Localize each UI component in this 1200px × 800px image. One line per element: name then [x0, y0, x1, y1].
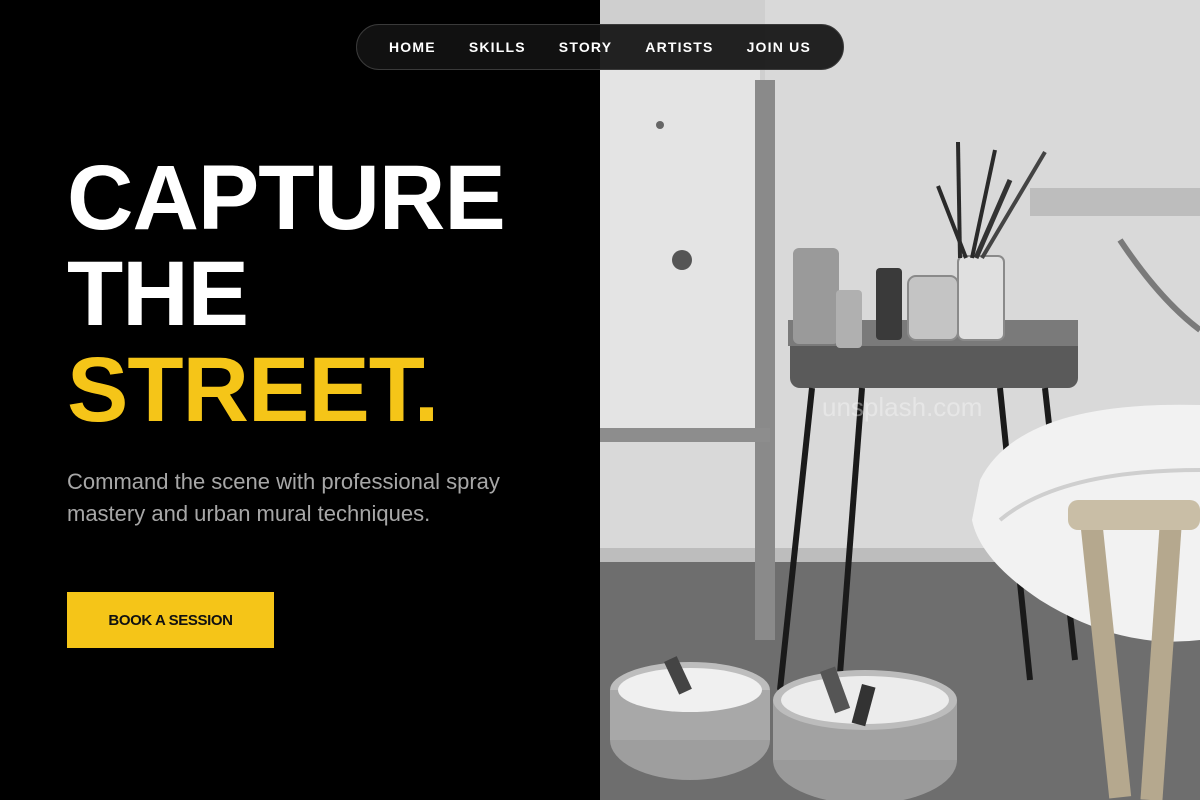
photo-watermark: unsplash.com [822, 392, 983, 422]
headline-line-3-accent: STREET. [67, 339, 439, 441]
book-session-button[interactable]: BOOK A SESSION [67, 592, 274, 648]
top-navbar: HOME SKILLS STORY ARTISTS JOIN US [356, 24, 844, 70]
nav-link-artists[interactable]: ARTISTS [645, 39, 713, 55]
nav-link-story[interactable]: STORY [559, 39, 612, 55]
headline-line-2: THE [67, 243, 249, 345]
nav-link-join-us[interactable]: JOIN US [747, 39, 811, 55]
nav-link-skills[interactable]: SKILLS [469, 39, 526, 55]
hero-headline: CAPTURE THE STREET. [67, 147, 506, 441]
nav-link-home[interactable]: HOME [389, 39, 436, 55]
headline-line-1: CAPTURE [67, 147, 506, 249]
hero-subtitle: Command the scene with professional spra… [67, 469, 500, 526]
hero-photo: unsplash.com [600, 0, 1200, 800]
hero-left-panel: CAPTURE THE STREET. Command the scene wi… [0, 0, 600, 800]
